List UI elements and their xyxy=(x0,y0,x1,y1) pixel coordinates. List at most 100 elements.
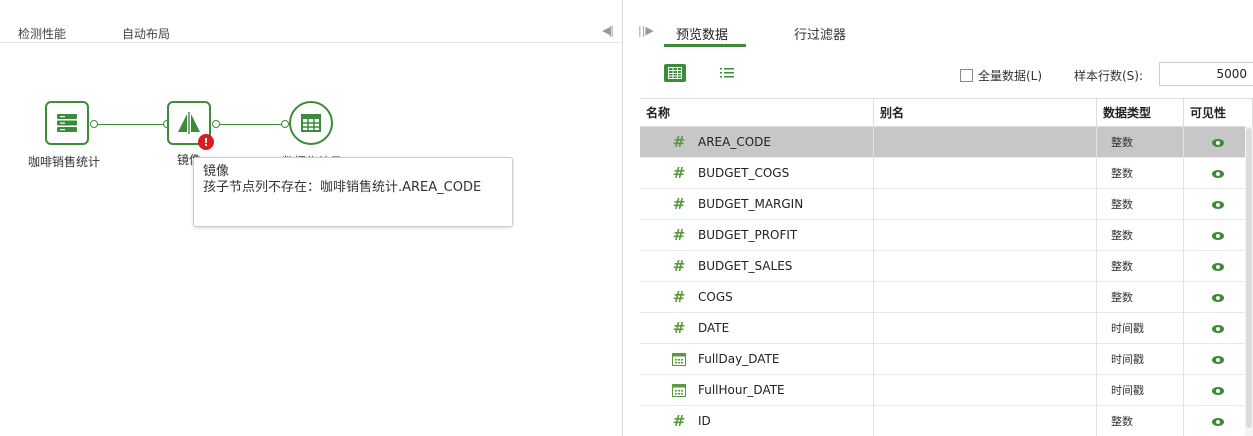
eye-icon[interactable] xyxy=(1212,417,1224,426)
column-header-type[interactable]: 数据类型 xyxy=(1097,99,1184,127)
checkbox-box[interactable] xyxy=(960,69,973,82)
field-name-cell[interactable]: # AREA_CODE xyxy=(640,127,874,158)
field-alias-cell[interactable] xyxy=(874,158,1097,189)
eye-icon[interactable] xyxy=(1212,262,1224,271)
flow-canvas-panel: 检测性能 自动布局 ◀|| 咖啡销售统计 ! 镜像 镜像 孩子节点列不存在：咖啡… xyxy=(0,0,623,436)
numeric-type-icon: # xyxy=(672,412,686,430)
node-dataset-result[interactable] xyxy=(289,101,333,145)
calendar-icon xyxy=(672,344,686,377)
field-name: ID xyxy=(698,414,711,428)
field-name: BUDGET_COGS xyxy=(698,166,790,180)
node-label-coffee-sales: 咖啡销售统计 xyxy=(28,155,101,169)
list-view-button[interactable] xyxy=(716,64,738,82)
table-row[interactable]: FullHour_DATE 时间戳 xyxy=(640,375,1253,406)
calendar-icon xyxy=(672,375,686,408)
field-visibility-cell xyxy=(1184,406,1253,436)
eye-icon[interactable] xyxy=(1212,386,1224,395)
numeric-type-icon: # xyxy=(672,288,686,306)
eye-icon[interactable] xyxy=(1212,169,1224,178)
field-name: BUDGET_MARGIN xyxy=(698,197,804,211)
field-name-cell[interactable]: # DATE xyxy=(640,313,874,344)
table-row[interactable]: # BUDGET_SALES 整数 xyxy=(640,251,1253,282)
table-row[interactable]: FullDay_DATE 时间戳 xyxy=(640,344,1253,375)
field-visibility-cell xyxy=(1184,282,1253,313)
eye-icon[interactable] xyxy=(1212,293,1224,302)
field-alias-cell[interactable] xyxy=(874,406,1097,436)
auto-layout-button[interactable]: 自动布局 xyxy=(122,25,170,42)
eye-icon[interactable] xyxy=(1212,324,1224,333)
field-alias-cell[interactable] xyxy=(874,375,1097,406)
table-row[interactable]: # AREA_CODE 整数 xyxy=(640,127,1253,158)
error-tooltip: 镜像 孩子节点列不存在：咖啡销售统计.AREA_CODE xyxy=(193,157,513,227)
table-row[interactable]: # DATE 时间戳 xyxy=(640,313,1253,344)
field-type-cell[interactable]: 时间戳 xyxy=(1097,375,1184,406)
field-name-cell[interactable]: # COGS xyxy=(640,282,874,313)
sample-rows-input[interactable] xyxy=(1159,62,1253,86)
field-type-cell[interactable]: 整数 xyxy=(1097,220,1184,251)
field-name-cell[interactable]: FullDay_DATE xyxy=(640,344,874,375)
field-alias-cell[interactable] xyxy=(874,189,1097,220)
column-header-name[interactable]: 名称 xyxy=(640,99,874,127)
eye-icon[interactable] xyxy=(1212,355,1224,364)
grid-view-button[interactable] xyxy=(664,64,686,82)
all-data-label: 全量数据(L) xyxy=(978,69,1043,83)
field-alias-cell[interactable] xyxy=(874,282,1097,313)
all-data-checkbox[interactable]: 全量数据(L) xyxy=(960,67,1042,84)
tooltip-message: 孩子节点列不存在：咖啡销售统计.AREA_CODE xyxy=(203,180,482,195)
field-type-cell[interactable]: 时间戳 xyxy=(1097,344,1184,375)
sample-rows-label: 样本行数(S): xyxy=(1074,69,1144,83)
output-port[interactable] xyxy=(90,120,98,128)
field-type-cell[interactable]: 整数 xyxy=(1097,406,1184,436)
database-icon xyxy=(57,114,77,132)
table-row[interactable]: # ID 整数 xyxy=(640,406,1253,436)
tab-preview-data[interactable]: 预览数据 xyxy=(676,24,728,43)
scrollbar-thumb[interactable] xyxy=(1246,128,1252,428)
vertical-scrollbar[interactable] xyxy=(1245,126,1253,436)
field-name-cell[interactable]: # BUDGET_MARGIN xyxy=(640,189,874,220)
field-type-cell[interactable]: 整数 xyxy=(1097,251,1184,282)
table-row[interactable]: # BUDGET_COGS 整数 xyxy=(640,158,1253,189)
field-alias-cell[interactable] xyxy=(874,220,1097,251)
eye-icon[interactable] xyxy=(1212,200,1224,209)
field-alias-cell[interactable] xyxy=(874,251,1097,282)
edge-mirror-to-result xyxy=(218,124,282,125)
output-port[interactable] xyxy=(212,120,220,128)
error-badge[interactable]: ! xyxy=(198,134,214,150)
field-name-cell[interactable]: # ID xyxy=(640,406,874,436)
field-alias-cell[interactable] xyxy=(874,127,1097,158)
field-name-cell[interactable]: # BUDGET_PROFIT xyxy=(640,220,874,251)
table-row[interactable]: # COGS 整数 xyxy=(640,282,1253,313)
preview-toolbar: 全量数据(L) 样本行数(S): xyxy=(624,52,1253,96)
field-name: AREA_CODE xyxy=(698,135,771,149)
list-icon xyxy=(720,68,734,78)
node-coffee-sales[interactable] xyxy=(45,101,89,145)
eye-icon[interactable] xyxy=(1212,138,1224,147)
field-name-cell[interactable]: # BUDGET_COGS xyxy=(640,158,874,189)
data-preview-panel: ||▶ 预览数据 行过滤器 全量数据(L) 样本行数(S): 5000 名称 别… xyxy=(624,0,1253,436)
field-visibility-cell xyxy=(1184,344,1253,375)
table-row[interactable]: # BUDGET_MARGIN 整数 xyxy=(640,189,1253,220)
tab-row-filter[interactable]: 行过滤器 xyxy=(794,24,846,43)
detect-performance-button[interactable]: 检测性能 xyxy=(18,25,66,42)
field-name-cell[interactable]: # BUDGET_SALES xyxy=(640,251,874,282)
grid-icon xyxy=(668,67,682,79)
numeric-type-icon: # xyxy=(672,319,686,337)
fields-table: 名称 别名 数据类型 可见性 # AREA_CODE 整数 # BUDGET_COGS 整… xyxy=(640,98,1253,436)
table-row[interactable]: # BUDGET_PROFIT 整数 xyxy=(640,220,1253,251)
field-type-cell[interactable]: 整数 xyxy=(1097,158,1184,189)
field-type-cell[interactable]: 整数 xyxy=(1097,189,1184,220)
field-type-cell[interactable]: 整数 xyxy=(1097,127,1184,158)
input-port[interactable] xyxy=(281,120,289,128)
field-type-cell[interactable]: 整数 xyxy=(1097,282,1184,313)
numeric-type-icon: # xyxy=(672,133,686,151)
collapse-panel-icon[interactable]: ◀|| xyxy=(602,24,614,37)
field-alias-cell[interactable] xyxy=(874,313,1097,344)
column-header-alias[interactable]: 别名 xyxy=(874,99,1097,127)
field-name-cell[interactable]: FullHour_DATE xyxy=(640,375,874,406)
edge-source-to-mirror xyxy=(96,124,166,125)
column-header-visibility[interactable]: 可见性 xyxy=(1184,99,1253,127)
expand-panel-icon[interactable]: ||▶ xyxy=(638,24,654,37)
eye-icon[interactable] xyxy=(1212,231,1224,240)
field-type-cell[interactable]: 时间戳 xyxy=(1097,313,1184,344)
field-alias-cell[interactable] xyxy=(874,344,1097,375)
